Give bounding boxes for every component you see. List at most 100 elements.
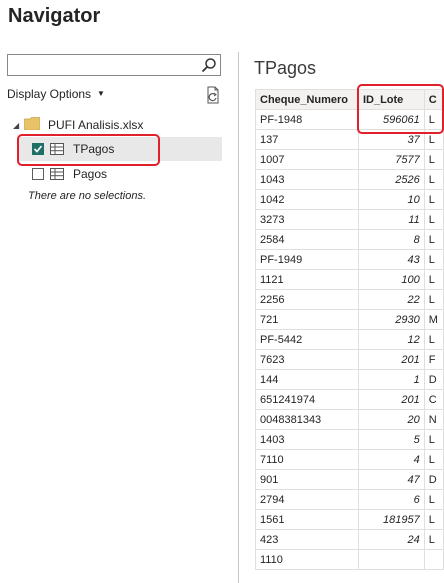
table-cell: 8: [357, 229, 425, 250]
table-cell: 12: [357, 329, 425, 350]
tree-item-pagos[interactable]: Pagos: [73, 167, 107, 181]
table-row: 144 1 D: [255, 369, 444, 390]
table-cell: L: [423, 169, 444, 190]
table-cell: L: [423, 529, 444, 550]
table-cell: [423, 549, 444, 570]
table-cell: N: [423, 409, 444, 430]
table-cell: F: [423, 349, 444, 370]
table-cell: 7623: [255, 349, 359, 370]
table-row: 3273 11 L: [255, 209, 444, 230]
table-cell: 2794: [255, 489, 359, 510]
table-cell: 1403: [255, 429, 359, 450]
table-cell: L: [423, 249, 444, 270]
table-cell: 2930: [357, 309, 425, 330]
table-cell: L: [423, 449, 444, 470]
column-header[interactable]: Cheque_Numero: [255, 89, 359, 110]
table-row: 2794 6 L: [255, 489, 444, 510]
table-cell: PF-1948: [255, 109, 359, 130]
table-cell: L: [423, 189, 444, 210]
table-cell: 1110: [255, 549, 359, 570]
table-cell: 7110: [255, 449, 359, 470]
pagos-checkbox[interactable]: [32, 168, 44, 180]
table-row: 1403 5 L: [255, 429, 444, 450]
folder-icon: [24, 117, 40, 130]
table-icon: [50, 168, 64, 180]
display-options-label: Display Options: [7, 87, 92, 101]
refresh-icon[interactable]: [205, 86, 221, 104]
table-row: 721 2930 M: [255, 309, 444, 330]
table-cell: 1043: [255, 169, 359, 190]
search-input[interactable]: [7, 54, 221, 76]
table-cell: M: [423, 309, 444, 330]
table-row: 7110 4 L: [255, 449, 444, 470]
table-cell: PF-5442: [255, 329, 359, 350]
table-cell: [357, 549, 425, 570]
table-cell: 2526: [357, 169, 425, 190]
table-cell: L: [423, 149, 444, 170]
table-cell: 181957: [357, 509, 425, 530]
table-row: PF-1949 43 L: [255, 249, 444, 270]
table-cell: 651241974: [255, 389, 359, 410]
table-row: 7623 201 F: [255, 349, 444, 370]
table-cell: L: [423, 229, 444, 250]
table-cell: L: [423, 509, 444, 530]
file-node-label[interactable]: PUFI Analisis.xlsx: [48, 118, 143, 132]
table-cell: 11: [357, 209, 425, 230]
table-cell: 1561: [255, 509, 359, 530]
preview-table: Cheque_Numero ID_Lote C PF-1948 596061 L 13…: [255, 89, 444, 570]
table-cell: 201: [357, 349, 425, 370]
table-cell: 1: [357, 369, 425, 390]
table-cell: 24: [357, 529, 425, 550]
table-cell: 5: [357, 429, 425, 450]
table-cell: 6: [357, 489, 425, 510]
table-cell: 1007: [255, 149, 359, 170]
collapse-icon[interactable]: ◢: [13, 121, 19, 130]
table-row: 1007 7577 L: [255, 149, 444, 170]
navigator-title: Navigator: [8, 5, 101, 27]
table-row: 1042 10 L: [255, 189, 444, 210]
table-cell: 20: [357, 409, 425, 430]
table-cell: L: [423, 209, 444, 230]
table-cell: 7577: [357, 149, 425, 170]
table-cell: 47: [357, 469, 425, 490]
table-cell: L: [423, 269, 444, 290]
table-row: 1121 100 L: [255, 269, 444, 290]
table-cell: 1042: [255, 189, 359, 210]
no-selections-text: There are no selections.: [28, 190, 147, 202]
table-row: 2256 22 L: [255, 289, 444, 310]
table-cell: 100: [357, 269, 425, 290]
table-row: 651241974 201 C: [255, 389, 444, 410]
table-cell: 1121: [255, 269, 359, 290]
display-options-button[interactable]: Display Options ▼: [7, 87, 105, 101]
table-row: PF-5442 12 L: [255, 329, 444, 350]
highlight-box-tpagos: [17, 134, 160, 166]
table-cell: 423: [255, 529, 359, 550]
table-cell: 0048381343: [255, 409, 359, 430]
chevron-down-icon: ▼: [97, 89, 105, 98]
table-cell: 10: [357, 189, 425, 210]
search-icon[interactable]: [201, 57, 217, 73]
table-cell: 144: [255, 369, 359, 390]
highlight-box-id-lote: [357, 84, 444, 134]
table-cell: 4: [357, 449, 425, 470]
table-row: 423 24 L: [255, 529, 444, 550]
table-cell: 2584: [255, 229, 359, 250]
table-cell: L: [423, 289, 444, 310]
table-cell: L: [423, 329, 444, 350]
table-cell: 721: [255, 309, 359, 330]
table-row: 0048381343 20 N: [255, 409, 444, 430]
preview-title: TPagos: [254, 58, 317, 78]
table-row: 1561 181957 L: [255, 509, 444, 530]
table-cell: D: [423, 369, 444, 390]
table-cell: L: [423, 429, 444, 450]
table-cell: 43: [357, 249, 425, 270]
table-cell: 22: [357, 289, 425, 310]
table-cell: 2256: [255, 289, 359, 310]
pane-divider[interactable]: [238, 52, 239, 583]
table-cell: 3273: [255, 209, 359, 230]
table-row: 1043 2526 L: [255, 169, 444, 190]
table-cell: C: [423, 389, 444, 410]
table-cell: 137: [255, 129, 359, 150]
table-row: 901 47 D: [255, 469, 444, 490]
table-cell: 901: [255, 469, 359, 490]
